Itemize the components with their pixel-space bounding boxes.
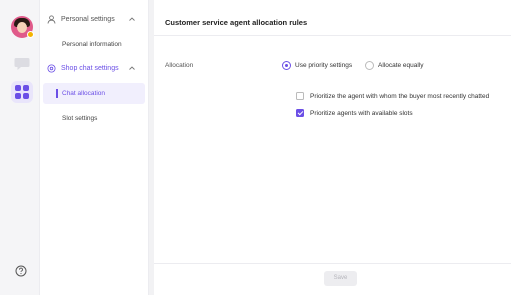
chevron-up-icon — [129, 17, 135, 21]
radio-label: Use priority settings — [295, 62, 353, 69]
nav-item-personal-information[interactable]: Personal information — [43, 34, 145, 55]
radio-label: Allocate equally — [378, 62, 424, 69]
nav-group-label: Personal settings — [61, 16, 115, 23]
nav-item-label: Personal information — [62, 41, 122, 48]
nav-item-label: Slot settings — [62, 115, 98, 122]
nav-item-label: Chat allocation — [62, 90, 105, 97]
page-title: Customer service agent allocation rules — [165, 18, 308, 27]
save-button[interactable]: Save — [324, 271, 357, 286]
divider — [154, 35, 511, 36]
footer-bar: Save — [154, 263, 511, 295]
chat-icon[interactable] — [14, 57, 30, 71]
help-icon[interactable] — [15, 265, 27, 277]
checkbox-label: Prioritize the agent with whom the buyer… — [310, 93, 490, 100]
nav-item-chat-allocation[interactable]: Chat allocation — [43, 83, 145, 104]
settings-nav: Personal settings Personal information S… — [40, 0, 149, 295]
allocation-label: Allocation — [165, 62, 194, 69]
nav-group-label: Shop chat settings — [61, 65, 119, 72]
nav-group-shop-chat-settings[interactable]: Shop chat settings — [40, 58, 149, 80]
checkbox-box[interactable] — [296, 92, 304, 100]
gear-icon — [47, 64, 56, 73]
nav-group-personal-settings[interactable]: Personal settings — [40, 9, 149, 31]
checkbox-label: Prioritize agents with available slots — [310, 110, 413, 117]
radio-circle[interactable] — [365, 61, 374, 70]
selected-indicator — [56, 89, 58, 98]
radio-circle[interactable] — [282, 61, 291, 70]
status-dot — [27, 31, 34, 38]
person-icon — [47, 15, 56, 24]
main-panel: Customer service agent allocation rules … — [154, 0, 511, 295]
nav-item-slot-settings[interactable]: Slot settings — [43, 108, 145, 129]
checkbox-box[interactable] — [296, 109, 304, 117]
chevron-up-icon — [129, 66, 135, 70]
icon-rail — [0, 0, 40, 295]
apps-grid-icon[interactable] — [11, 81, 33, 103]
